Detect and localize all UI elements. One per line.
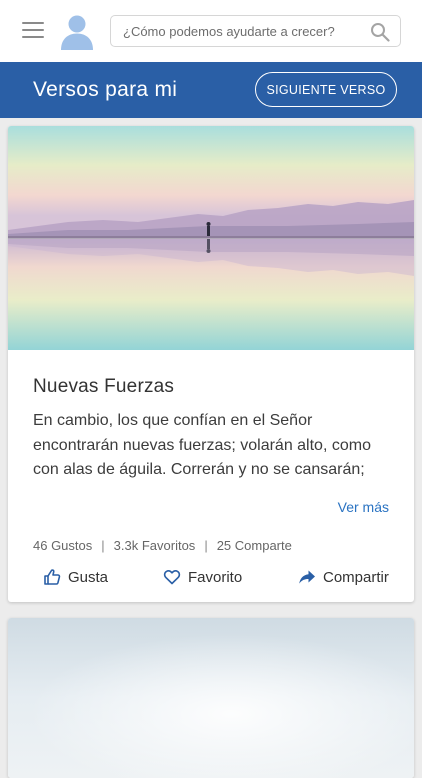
favorite-label: Favorito [188,568,243,586]
verse-title: Nuevas Fuerzas [33,376,175,397]
stats-divider: | [204,538,208,553]
thumbs-up-icon [44,569,61,585]
see-more-link[interactable]: Ver más [338,499,389,515]
share-label: Compartir [323,568,389,586]
favorite-button[interactable]: Favorito [163,568,242,586]
next-verse-button[interactable]: SIGUIENTE VERSO [255,72,397,107]
likes-count: 46 Gustos [33,538,93,553]
search-icon[interactable] [370,22,390,42]
verse-card: Nuevas Fuerzas En cambio, los que confía… [8,126,414,602]
verse-image [8,126,414,350]
verse-card-next [8,618,414,778]
verse-actions: Gusta Favorito Compartir [33,568,393,590]
share-arrow-icon [299,570,315,584]
like-label: Gusta [68,568,109,586]
share-button[interactable]: Compartir [298,568,389,586]
stats-divider: | [101,538,105,553]
section-header: Versos para mi SIGUIENTE VERSO [0,62,422,118]
avatar-icon[interactable] [58,13,96,51]
shares-count: 25 Comparte [216,538,292,553]
verse-image-next [8,618,414,778]
verse-stats: 46 Gustos | 3.3k Favoritos | 25 Comparte [33,538,292,553]
favorites-count: 3.3k Favoritos [113,538,196,553]
menu-icon[interactable] [22,22,44,40]
search-box[interactable] [110,15,401,47]
heart-icon [163,570,181,585]
top-bar [0,0,422,62]
section-title: Versos para mi [33,78,178,101]
like-button[interactable]: Gusta [43,568,108,586]
search-input[interactable] [123,16,363,46]
verse-text: En cambio, los que confían en el Señor e… [33,412,371,478]
